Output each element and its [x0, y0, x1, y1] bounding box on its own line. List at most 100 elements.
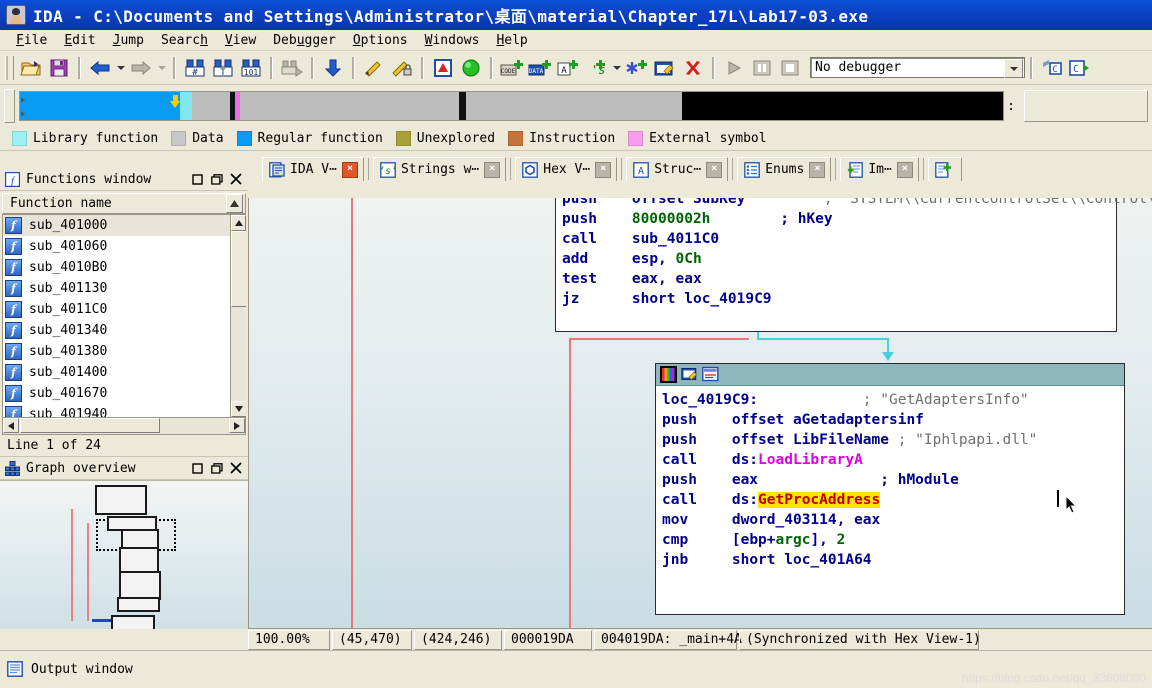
tab-struc[interactable]: A Struc⋯ ×: [626, 157, 729, 181]
tab-extra[interactable]: [927, 157, 962, 181]
highlight-pen-icon[interactable]: [361, 55, 387, 81]
color-palette-icon[interactable]: [660, 366, 677, 383]
functions-horizontal-scrollbar[interactable]: [2, 418, 246, 435]
save-icon[interactable]: [46, 55, 72, 81]
node-window-icon[interactable]: [702, 366, 719, 383]
navband-grip[interactable]: [4, 89, 15, 123]
main-node-line[interactable]: push offset LibFileName ; "Iphlpapi.dll": [662, 430, 1124, 450]
graph-node-top[interactable]: push offset SubKey ; "SYSTEM\\CurrentCon…: [555, 198, 1152, 332]
scroll-left-icon[interactable]: [3, 418, 19, 433]
tab-close-icon[interactable]: ×: [809, 161, 826, 178]
back-dropdown-icon[interactable]: [114, 55, 127, 81]
main-node-line[interactable]: mov dword_403114, eax: [662, 510, 1124, 530]
delete-icon[interactable]: [680, 55, 706, 81]
make-code-icon[interactable]: CODE: [499, 55, 525, 81]
menu-windows[interactable]: Windows: [417, 32, 489, 49]
make-array-icon[interactable]: A: [555, 55, 581, 81]
close-icon[interactable]: [227, 172, 244, 187]
alert-window-icon[interactable]: [430, 55, 456, 81]
top-node-line[interactable]: push 80000002h ; hKey: [562, 209, 1116, 229]
tab-close-icon[interactable]: ×: [595, 161, 612, 178]
make-string-dropdown-icon[interactable]: [610, 55, 623, 81]
restore-icon[interactable]: [208, 172, 225, 187]
graph-node-main-header[interactable]: [656, 364, 1124, 386]
functions-column-header[interactable]: Function name: [2, 193, 246, 214]
function-list-item[interactable]: f sub_401940: [3, 404, 246, 417]
edit-pencil-icon[interactable]: [681, 366, 698, 383]
graph-overview-thumbnail[interactable]: [0, 480, 248, 629]
jump-down-icon[interactable]: [320, 55, 346, 81]
navigation-band[interactable]: [19, 91, 1005, 121]
debugger-select[interactable]: No debugger: [810, 57, 1025, 78]
top-node-line[interactable]: call sub_4011C0: [562, 229, 1116, 249]
tab-idav[interactable]: IDA V⋯ ×: [262, 157, 364, 181]
menu-help[interactable]: Help: [488, 32, 536, 49]
main-node-line[interactable]: call ds:LoadLibraryA: [662, 450, 1124, 470]
tab-hexv[interactable]: Hex V⋯ ×: [515, 157, 618, 181]
make-string-icon[interactable]: 's': [583, 55, 609, 81]
lock-pen-icon[interactable]: [389, 55, 415, 81]
tab-stringsw[interactable]: ‘s’ Strings w⋯ ×: [372, 157, 507, 181]
make-data-icon[interactable]: DATA: [527, 55, 553, 81]
main-node-line[interactable]: jnb short loc_401A64: [662, 550, 1124, 570]
menu-edit[interactable]: Edit: [56, 32, 104, 49]
scroll-down-icon[interactable]: [231, 401, 246, 417]
main-node-line[interactable]: cmp [ebp+argc], 2: [662, 530, 1124, 550]
stop-icon[interactable]: [777, 55, 803, 81]
toolbar-grip[interactable]: [5, 55, 14, 80]
search-binoculars-101-icon[interactable]: 101: [238, 55, 264, 81]
function-list-item[interactable]: f sub_401400: [3, 362, 246, 383]
function-list-item[interactable]: f sub_401060: [3, 236, 246, 257]
forward-dropdown-icon[interactable]: [155, 55, 168, 81]
tab-enums[interactable]: Enums ×: [737, 157, 832, 181]
function-list-item[interactable]: f sub_401670: [3, 383, 246, 404]
green-circle-icon[interactable]: [458, 55, 484, 81]
top-node-line[interactable]: jz short loc_4019C9: [562, 289, 1116, 309]
main-node-line[interactable]: call ds:GetProcAddress: [662, 490, 1124, 510]
tab-close-icon[interactable]: ×: [896, 161, 913, 178]
scroll-up-icon[interactable]: [231, 215, 246, 231]
menu-search[interactable]: Search: [153, 32, 217, 49]
main-node-line[interactable]: push eax ; hModule: [662, 470, 1124, 490]
function-list-item[interactable]: f sub_401130: [3, 278, 246, 299]
graph-overview-maximize-icon[interactable]: [189, 461, 206, 476]
function-list-item[interactable]: f sub_4011C0: [3, 299, 246, 320]
tab-close-icon[interactable]: ×: [484, 161, 501, 178]
function-list-item[interactable]: f sub_4010B0: [3, 257, 246, 278]
pause-icon[interactable]: [749, 55, 775, 81]
functions-vertical-scrollbar[interactable]: [230, 215, 246, 417]
graph-overview-close-icon[interactable]: [227, 461, 244, 476]
top-node-line[interactable]: add esp, 0Ch: [562, 249, 1116, 269]
chevron-down-icon[interactable]: [1004, 59, 1023, 78]
graph-node-main[interactable]: loc_4019C9: ; "GetAdaptersInfo" push offs…: [655, 363, 1125, 615]
graph-overview-restore-icon[interactable]: [208, 461, 225, 476]
function-list-item[interactable]: f sub_401000: [3, 215, 246, 236]
top-node-line[interactable]: test eax, eax: [562, 269, 1116, 289]
tab-close-icon[interactable]: ×: [341, 161, 358, 178]
open-file-icon[interactable]: [18, 55, 44, 81]
search-next-icon[interactable]: [279, 55, 305, 81]
sort-asc-icon[interactable]: [226, 194, 243, 213]
decompile-run-icon[interactable]: C: [1067, 55, 1093, 81]
back-arrow-icon[interactable]: [87, 55, 113, 81]
decompile-icon[interactable]: C: [1039, 55, 1065, 81]
edit-function-icon[interactable]: [652, 55, 678, 81]
function-list-item[interactable]: f sub_401340: [3, 320, 246, 341]
run-icon[interactable]: [721, 55, 747, 81]
tab-im[interactable]: Im⋯ ×: [840, 157, 919, 181]
hscroll-thumb[interactable]: [20, 418, 160, 433]
forward-arrow-icon[interactable]: [128, 55, 154, 81]
tab-close-icon[interactable]: ×: [706, 161, 723, 178]
maximize-icon[interactable]: [189, 172, 206, 187]
menu-file[interactable]: File: [8, 32, 56, 49]
scroll-right-icon[interactable]: [229, 418, 245, 433]
menu-view[interactable]: View: [217, 32, 265, 49]
top-node-line[interactable]: push offset SubKey ; "SYSTEM\\CurrentCon…: [562, 198, 1152, 209]
search-binoculars-hash-icon[interactable]: #: [182, 55, 208, 81]
search-binoculars-text-icon[interactable]: T: [210, 55, 236, 81]
menu-options[interactable]: Options: [345, 32, 417, 49]
scroll-thumb[interactable]: [231, 231, 246, 307]
main-node-line[interactable]: loc_4019C9: ; "GetAdaptersInfo": [662, 390, 1124, 410]
menu-jump[interactable]: Jump: [105, 32, 153, 49]
functions-list[interactable]: f sub_401000 f sub_401060 f sub_4010B0 f sub_40…: [2, 214, 246, 418]
